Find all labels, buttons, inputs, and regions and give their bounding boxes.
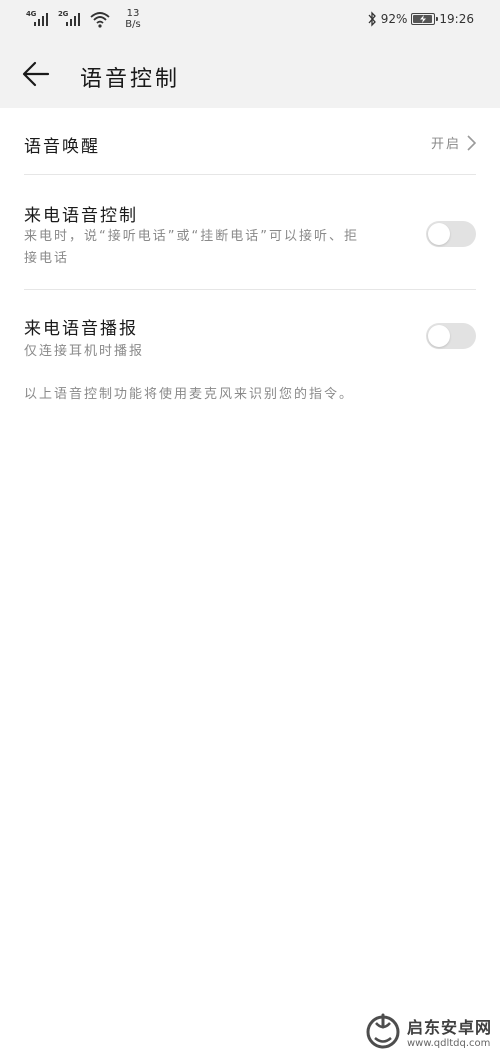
voice-wakeup-row[interactable]: 语音唤醒 开启 xyxy=(24,108,476,175)
network-speed-value: 13 xyxy=(126,8,140,19)
status-bar-left: 4G 2G 13 B/s xyxy=(26,8,146,30)
screen: 4G 2G 13 B/s 92% 19:26 语音控制 语音唤醒 开启 来电语音… xyxy=(0,0,500,1057)
watermark-text: 启东安卓网 www.qdltdq.com xyxy=(407,1014,492,1049)
bluetooth-icon xyxy=(368,11,376,27)
call-voice-control-row: 来电语音控制 来电时，说“接听电话”或“挂断电话”可以接听、拒接电话 xyxy=(24,175,476,290)
battery-icon xyxy=(411,13,439,25)
voice-wakeup-label: 语音唤醒 xyxy=(24,137,100,157)
chevron-right-icon xyxy=(467,134,476,151)
call-voice-announce-row: 来电语音播报 仅连接耳机时播报 xyxy=(24,290,476,378)
page-title: 语音控制 xyxy=(80,67,181,92)
clock-time: 19:26 xyxy=(439,12,474,26)
wifi-icon xyxy=(90,12,110,28)
call-voice-control-toggle[interactable] xyxy=(426,221,476,247)
back-arrow-icon xyxy=(22,61,50,87)
call-voice-announce-label: 来电语音播报 xyxy=(24,319,138,339)
back-button[interactable] xyxy=(18,58,54,90)
call-voice-announce-description: 仅连接耳机时播报 xyxy=(24,344,145,359)
call-voice-control-description: 来电时，说“接听电话”或“挂断电话”可以接听、拒接电话 xyxy=(24,229,359,266)
status-bar: 4G 2G 13 B/s 92% 19:26 xyxy=(0,0,500,40)
watermark-url: www.qdltdq.com xyxy=(406,1037,491,1049)
watermark-name: 启东安卓网 xyxy=(406,1017,492,1037)
network-speed-unit: B/s xyxy=(125,19,141,30)
sim2-signal-icon: 2G xyxy=(58,8,84,30)
network-speed: 13 B/s xyxy=(120,8,146,30)
watermark-logo-icon xyxy=(366,1013,400,1049)
toggle-knob xyxy=(428,223,450,245)
battery-percent: 92% xyxy=(380,12,408,26)
call-voice-announce-toggle[interactable] xyxy=(426,323,476,349)
voice-wakeup-value: 开启 xyxy=(430,137,461,152)
microphone-usage-note: 以上语音控制功能将使用麦克风来识别您的指令。 xyxy=(24,387,355,402)
toggle-knob xyxy=(428,325,450,347)
settings-list: 语音唤醒 开启 来电语音控制 来电时，说“接听电话”或“挂断电话”可以接听、拒接… xyxy=(0,108,500,378)
voice-wakeup-value-group: 开启 xyxy=(431,133,476,152)
call-voice-control-label: 来电语音控制 xyxy=(24,206,138,226)
app-bar: 语音控制 xyxy=(0,40,500,108)
site-watermark: 启东安卓网 www.qdltdq.com xyxy=(363,1011,492,1051)
status-bar-right: 92% 19:26 xyxy=(367,11,474,27)
sim1-signal-icon: 4G xyxy=(26,8,52,30)
